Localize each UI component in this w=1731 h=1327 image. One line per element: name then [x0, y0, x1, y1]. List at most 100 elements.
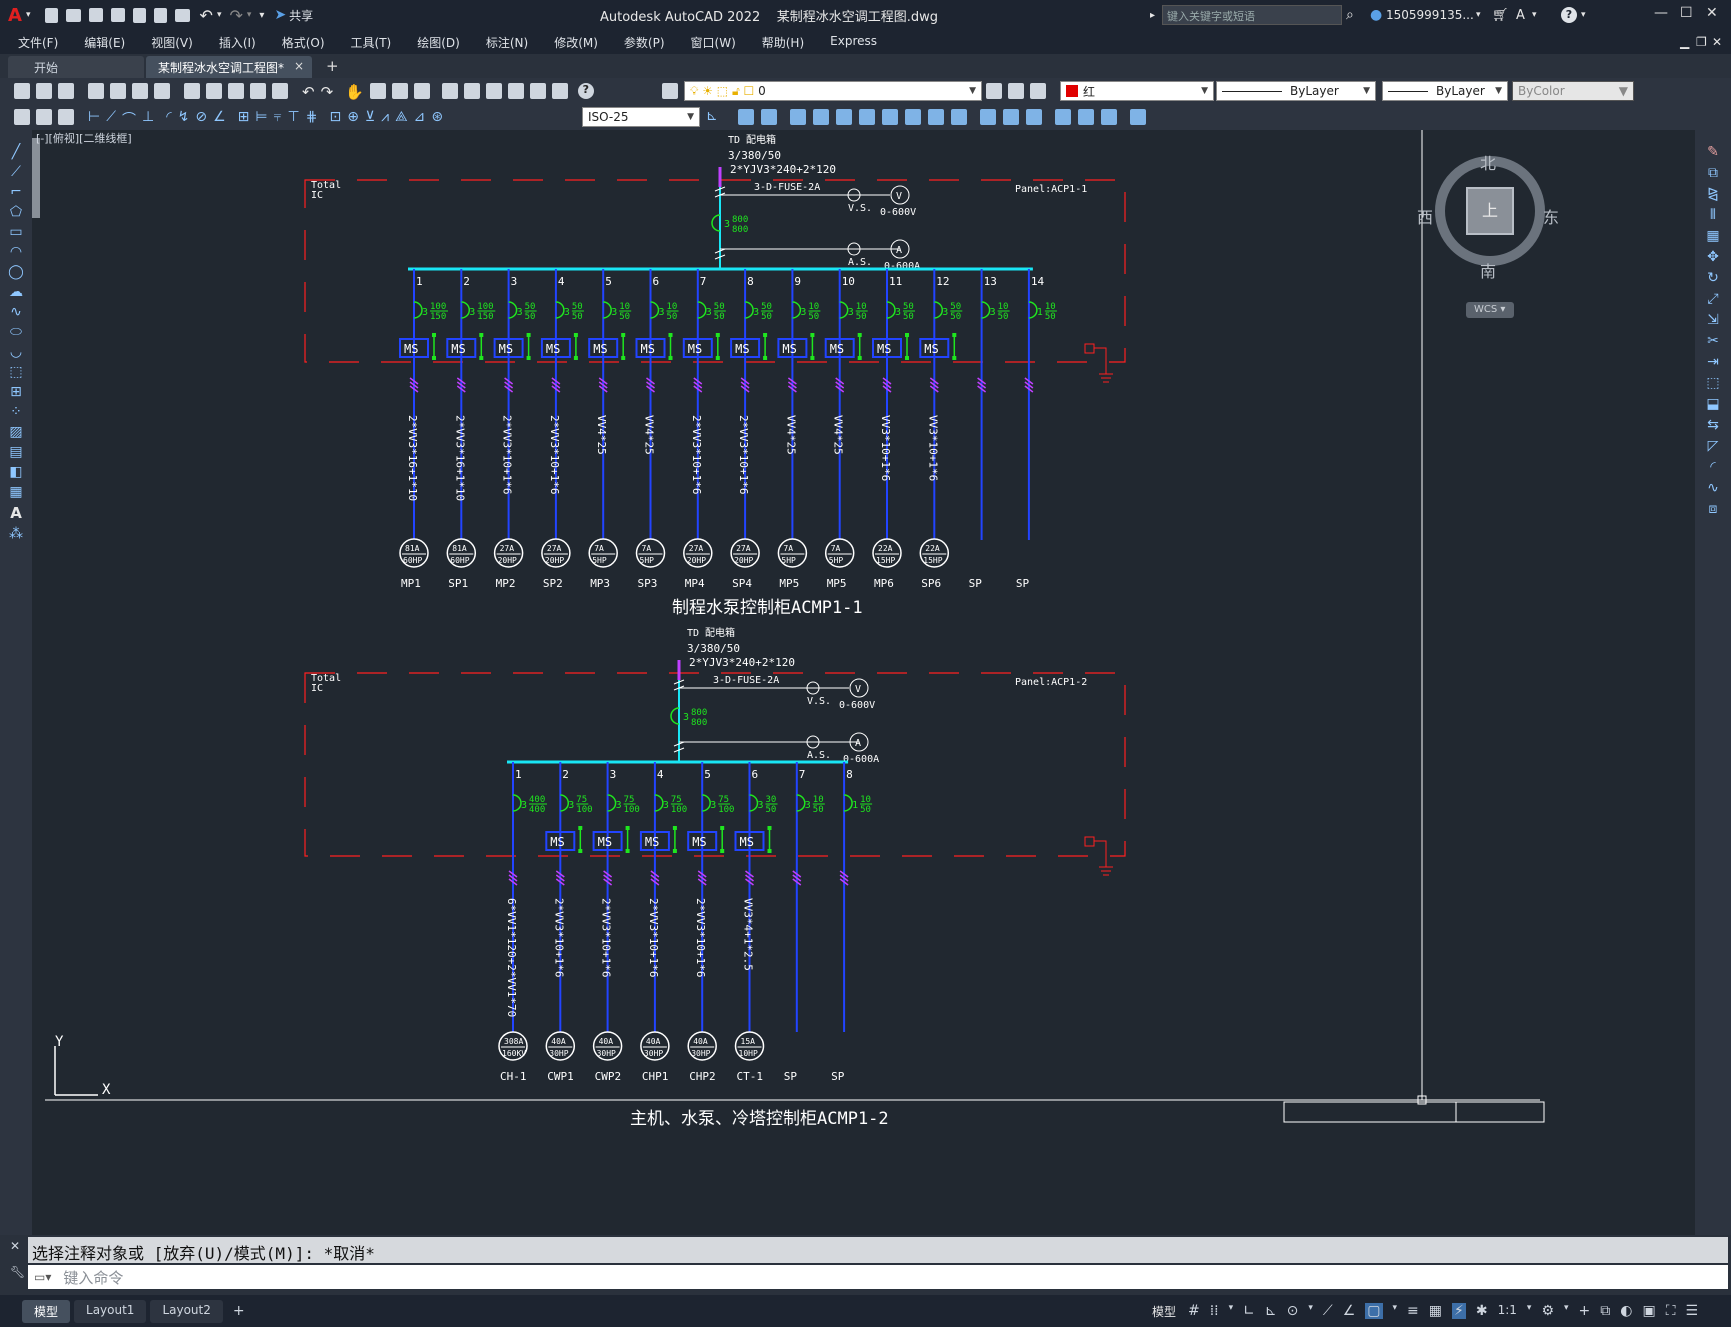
workspace-dropdown-icon[interactable]: ▾	[1564, 1303, 1569, 1319]
menu-item[interactable]: 窗口(W)	[691, 34, 736, 51]
wcs-button[interactable]: WCS ▾	[1466, 302, 1514, 318]
arc-icon[interactable]: ◠	[10, 244, 22, 260]
mod-copy-icon[interactable]	[761, 109, 777, 125]
plot-icon[interactable]	[174, 8, 190, 22]
viewcube[interactable]: 上 北 南 西 东 WCS ▾	[1404, 130, 1574, 318]
clean-screen-icon[interactable]: ⛶	[1666, 1303, 1676, 1319]
doc-restore-icon[interactable]: ❐	[1696, 35, 1707, 49]
menu-item[interactable]: 参数(P)	[624, 34, 665, 51]
layout-tab[interactable]: 模型	[22, 1299, 71, 1323]
menu-item[interactable]: 修改(M)	[554, 34, 598, 51]
layer-combo[interactable]: 💡︎ ☀ ⬚ 🔓︎ ☐ 0 ▼	[684, 81, 982, 101]
cart-icon[interactable]: 🛒︎	[1492, 8, 1509, 23]
dimstyle-combo[interactable]: ISO-25 ▼	[582, 107, 700, 127]
trim-icon[interactable]: ✂︎	[1707, 333, 1719, 349]
erase-icon[interactable]: ✎	[1707, 144, 1719, 160]
doc-close-icon[interactable]: ✕	[1712, 35, 1722, 49]
stretch-icon[interactable]: ⇲	[1707, 312, 1719, 328]
rectangle-icon[interactable]: ▭	[9, 224, 22, 240]
drawing-canvas[interactable]: [-][俯视][二维线框] Y X Total IC Panel:ACP1-1 TD 配电…	[32, 130, 1695, 1235]
dim-continue-icon[interactable]: ⫧	[274, 109, 282, 129]
search-input[interactable]: 键入关键字或短语	[1162, 5, 1342, 25]
cmd-settings-icon[interactable]: 🔧︎	[10, 1265, 25, 1279]
region-icon[interactable]: ◧	[9, 464, 22, 480]
dim-break-icon[interactable]: ⋕	[306, 109, 318, 129]
autoscale-icon[interactable]: ✱	[1476, 1303, 1488, 1319]
print-icon[interactable]	[88, 83, 104, 99]
tool-c-icon[interactable]	[58, 109, 74, 125]
mod-trim-icon[interactable]	[951, 109, 967, 125]
dim-update-icon[interactable]: ⊛	[431, 109, 443, 129]
tab-close-icon[interactable]: ×	[294, 59, 304, 73]
add-selected-icon[interactable]: ⁂	[9, 526, 23, 542]
share-icon[interactable]: ➤	[274, 7, 286, 23]
ellipse-arc-icon[interactable]: ◡	[10, 344, 22, 360]
hardware-accel-icon[interactable]: ▣	[1642, 1303, 1655, 1319]
mod-array-icon[interactable]	[836, 109, 852, 125]
user-dropdown-icon[interactable]: ▾	[1476, 10, 1481, 20]
customize-status-icon[interactable]: ☰	[1686, 1303, 1699, 1319]
mod-extend-icon[interactable]	[980, 109, 996, 125]
save-as-icon[interactable]	[110, 8, 125, 22]
mod-explode-icon[interactable]	[1130, 109, 1146, 125]
inspect-icon[interactable]: ⊻	[365, 109, 375, 129]
table-icon[interactable]: ▦	[9, 484, 22, 500]
markup-icon[interactable]	[529, 83, 546, 99]
gradient-icon[interactable]: ▤	[9, 444, 22, 460]
3dprint-icon[interactable]	[154, 83, 170, 99]
save-web-icon[interactable]	[153, 7, 167, 23]
layer-dropdown-icon[interactable]: ▼	[969, 86, 976, 96]
scale-icon[interactable]: ⤢	[1707, 291, 1718, 307]
dim-space-icon[interactable]: ⊤	[288, 109, 300, 129]
snap-dropdown-icon[interactable]: ▾	[1229, 1303, 1234, 1319]
make-current-icon[interactable]	[986, 83, 1002, 99]
zoom-realtime-icon[interactable]	[369, 83, 386, 99]
layer-match-icon[interactable]	[1030, 83, 1046, 99]
chamfer-icon[interactable]: ◸	[1708, 438, 1719, 454]
mod-offset-icon[interactable]	[813, 109, 829, 125]
osnap-dropdown-icon[interactable]: ▾	[1393, 1303, 1398, 1319]
copy-obj-icon[interactable]: ⧉	[1708, 165, 1718, 181]
copy-icon[interactable]	[206, 83, 222, 99]
array-icon[interactable]: ▦	[1706, 228, 1719, 244]
workspace-icon[interactable]: ⚙︎	[1541, 1303, 1554, 1319]
dim-ordinate-icon[interactable]: ⊥	[142, 109, 154, 129]
cmd-close-icon[interactable]: ✕	[10, 1239, 20, 1253]
doc-minimize-icon[interactable]: ▁	[1680, 35, 1689, 49]
zoom-previous-icon[interactable]	[413, 83, 430, 99]
dim-text-edit-icon[interactable]: ⊿	[414, 109, 426, 129]
compass-south[interactable]: 南	[1480, 258, 1496, 282]
xline-icon[interactable]: ⟋	[11, 164, 21, 180]
user-icon[interactable]: ●	[1370, 7, 1382, 23]
mod-mirror-icon[interactable]	[790, 109, 806, 125]
insert-block-icon[interactable]: ⬚	[9, 364, 22, 380]
paste-icon[interactable]	[228, 83, 244, 99]
zoom-window-icon[interactable]	[391, 83, 408, 99]
dim-angular-icon[interactable]: ∠	[213, 109, 226, 129]
make-block-icon[interactable]: ⊞	[10, 384, 22, 400]
menu-item[interactable]: 工具(T)	[351, 34, 392, 51]
dim-linear-icon[interactable]: ⊢	[88, 109, 100, 129]
hatch-icon[interactable]: ▨	[9, 424, 22, 440]
plotstyle-dropdown-icon[interactable]: ▼	[1619, 84, 1628, 98]
menu-item[interactable]: 帮助(H)	[762, 34, 804, 51]
autodesk-app-icon[interactable]: A	[1516, 8, 1525, 23]
isolate-icon[interactable]: ◐	[1620, 1303, 1632, 1319]
help-tool-icon[interactable]: ?	[577, 83, 594, 99]
units-icon[interactable]: ⧉	[1600, 1303, 1610, 1319]
dim-diameter-icon[interactable]: ⊘	[195, 109, 207, 129]
layout-tab[interactable]: Layout2	[150, 1299, 223, 1323]
tool-palettes-icon[interactable]	[485, 83, 502, 99]
matchprop-icon[interactable]	[250, 83, 266, 99]
ellipse-icon[interactable]: ⬭	[10, 324, 22, 340]
save-icon[interactable]	[88, 8, 103, 22]
cmd-input[interactable]: ▭▾ 键入命令	[28, 1265, 1728, 1289]
fillet-icon[interactable]: ◜	[1710, 459, 1715, 475]
mod-join-icon[interactable]	[1026, 109, 1042, 125]
open-web-icon[interactable]	[132, 7, 146, 23]
menu-item[interactable]: 文件(F)	[18, 34, 58, 51]
ortho-icon[interactable]: ⊾	[1265, 1303, 1277, 1319]
menu-item[interactable]: 编辑(E)	[84, 34, 125, 51]
dim-quick-icon[interactable]: ⊞	[238, 109, 250, 129]
annotation-monitor-icon[interactable]: +	[1579, 1303, 1591, 1319]
